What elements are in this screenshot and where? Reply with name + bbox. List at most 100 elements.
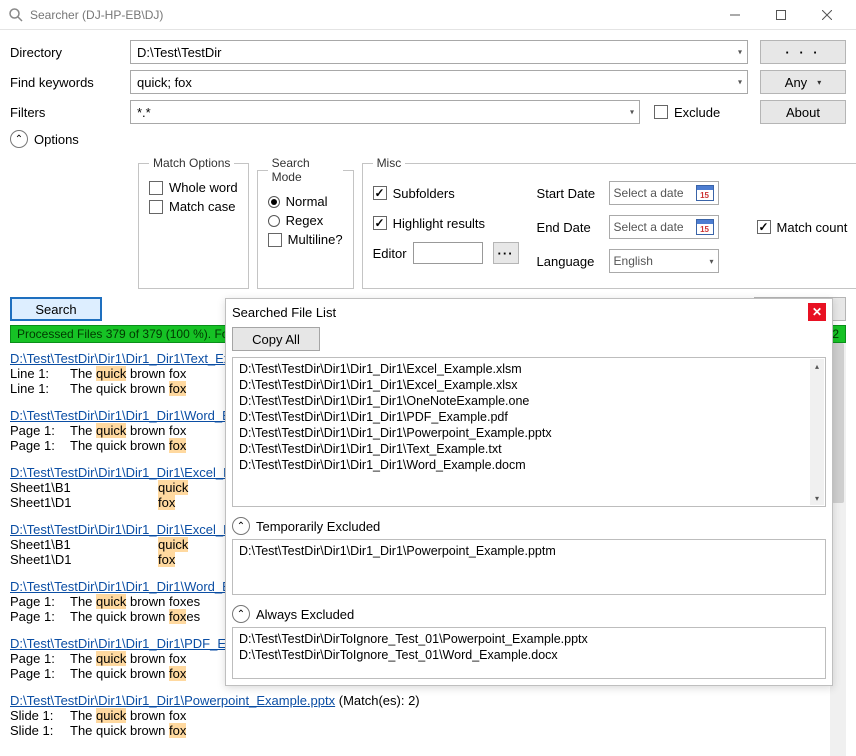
editor-input[interactable] <box>413 242 483 264</box>
result-file-link[interactable]: D:\Test\TestDir\Dir1\Dir1_Dir1\Powerpoin… <box>10 693 335 708</box>
radio-icon <box>268 215 280 227</box>
result-text: quick <box>158 480 188 495</box>
match-count-checkbox[interactable]: Match count <box>757 176 848 278</box>
list-item[interactable]: D:\Test\TestDir\Dir1\Dir1_Dir1\Excel_Exa… <box>239 361 809 377</box>
subfolders-checkbox[interactable]: Subfolders <box>373 180 519 206</box>
filters-input[interactable] <box>130 100 640 124</box>
list-scrollbar[interactable]: ▴▾ <box>810 359 824 505</box>
highlight: quick <box>96 594 126 609</box>
checkbox-icon <box>149 181 163 195</box>
result-line: Slide 1:The quick brown fox <box>10 723 836 738</box>
result-location: Slide 1: <box>10 708 70 723</box>
result-text: The quick brown fox <box>70 438 186 453</box>
list-item[interactable]: D:\Test\TestDir\Dir1\Dir1_Dir1\Word_Exam… <box>239 457 809 473</box>
keywords-label: Find keywords <box>10 75 130 90</box>
status-text: Processed Files 379 of 379 (100 %). Fou <box>17 327 235 341</box>
start-date-label: Start Date <box>537 186 603 201</box>
options-label: Options <box>34 132 79 147</box>
searched-list-title: Searched File List <box>232 305 808 320</box>
always-excluded-list[interactable]: D:\Test\TestDir\DirToIgnore_Test_01\Powe… <box>232 627 826 679</box>
misc-group: Misc Subfolders Highlight results Editor… <box>362 156 856 289</box>
result-text: quick <box>158 537 188 552</box>
filters-label: Filters <box>10 105 130 120</box>
scrollbar-thumb[interactable] <box>832 343 844 503</box>
checkbox-icon <box>373 186 387 200</box>
popup-close-button[interactable]: ✕ <box>808 303 826 321</box>
result-text: The quick brown fox <box>70 666 186 681</box>
checkbox-icon <box>149 200 163 214</box>
search-button[interactable]: Search <box>10 297 102 321</box>
list-item[interactable]: D:\Test\TestDir\Dir1\Dir1_Dir1\Excel_Exa… <box>239 377 809 393</box>
result-text: The quick brown fox <box>70 723 186 738</box>
highlight: quick <box>158 480 188 495</box>
highlight: fox <box>158 552 175 567</box>
mode-normal-radio[interactable]: Normal <box>268 194 343 209</box>
language-select[interactable]: English▾ <box>609 249 719 273</box>
always-excluded-collapse-button[interactable]: ⌃ <box>232 605 250 623</box>
end-date-label: End Date <box>537 220 603 235</box>
chevron-down-icon: ▾ <box>817 78 821 87</box>
window-minimize-button[interactable] <box>712 0 758 30</box>
keywords-input[interactable] <box>130 70 748 94</box>
list-item[interactable]: D:\Test\TestDir\DirToIgnore_Test_01\Word… <box>239 647 809 663</box>
mode-regex-radio[interactable]: Regex <box>268 213 343 228</box>
match-case-checkbox[interactable]: Match case <box>149 199 238 214</box>
highlight: fox <box>169 438 186 453</box>
checkbox-icon <box>757 220 771 234</box>
highlight: fox <box>169 723 186 738</box>
result-file-link[interactable]: D:\Test\TestDir\Dir1\Dir1_Dir1\Text_Ex <box>10 351 230 366</box>
whole-word-checkbox[interactable]: Whole word <box>149 180 238 195</box>
temp-excluded-collapse-button[interactable]: ⌃ <box>232 517 250 535</box>
directory-input[interactable] <box>130 40 748 64</box>
exclude-checkbox[interactable]: Exclude <box>654 105 720 120</box>
window-close-button[interactable] <box>804 0 850 30</box>
highlight: quick <box>96 651 126 666</box>
result-file-link[interactable]: D:\Test\TestDir\Dir1\Dir1_Dir1\Word_E <box>10 579 231 594</box>
highlight-checkbox[interactable]: Highlight results <box>373 210 519 236</box>
result-text: The quick brown foxes <box>70 594 200 609</box>
search-mode-group: Search Mode Normal Regex Multiline? <box>257 156 354 289</box>
highlight: fox <box>169 609 186 624</box>
window-maximize-button[interactable] <box>758 0 804 30</box>
result-location: Page 1: <box>10 651 70 666</box>
list-item[interactable]: D:\Test\TestDir\Dir1\Dir1_Dir1\OneNoteEx… <box>239 393 809 409</box>
highlight: fox <box>169 381 186 396</box>
calendar-icon <box>696 185 714 201</box>
result-file-link[interactable]: D:\Test\TestDir\Dir1\Dir1_Dir1\Excel_E <box>10 522 232 537</box>
result-location: Page 1: <box>10 609 70 624</box>
browse-directory-button[interactable]: · · · <box>760 40 846 64</box>
exclude-label: Exclude <box>674 105 720 120</box>
list-item[interactable]: D:\Test\TestDir\Dir1\Dir1_Dir1\Text_Exam… <box>239 441 809 457</box>
result-text: The quick brown foxes <box>70 609 200 624</box>
list-item[interactable]: D:\Test\TestDir\DirToIgnore_Test_01\Powe… <box>239 631 809 647</box>
searched-files-list[interactable]: D:\Test\TestDir\Dir1\Dir1_Dir1\Excel_Exa… <box>232 357 826 507</box>
end-date-input[interactable]: Select a date <box>609 215 719 239</box>
result-text: The quick brown fox <box>70 651 186 666</box>
highlight: fox <box>169 666 186 681</box>
result-location: Line 1: <box>10 366 70 381</box>
app-icon <box>8 7 24 23</box>
editor-browse-button[interactable]: ··· <box>493 242 519 264</box>
start-date-input[interactable]: Select a date <box>609 181 719 205</box>
list-item[interactable]: D:\Test\TestDir\Dir1\Dir1_Dir1\Powerpoin… <box>239 425 809 441</box>
result-file-link[interactable]: D:\Test\TestDir\Dir1\Dir1_Dir1\PDF_Ex <box>10 636 233 651</box>
calendar-icon <box>696 219 714 235</box>
multiline-checkbox[interactable]: Multiline? <box>268 232 343 247</box>
match-options-legend: Match Options <box>149 156 234 170</box>
temp-excluded-list[interactable]: D:\Test\TestDir\Dir1\Dir1_Dir1\Powerpoin… <box>232 539 826 595</box>
titlebar: Searcher (DJ-HP-EB\DJ) <box>0 0 856 30</box>
result-file-link[interactable]: D:\Test\TestDir\Dir1\Dir1_Dir1\Excel_E <box>10 465 232 480</box>
radio-icon <box>268 196 280 208</box>
copy-all-button[interactable]: Copy All <box>232 327 320 351</box>
options-collapse-button[interactable]: ⌃ <box>10 130 28 148</box>
any-mode-label: Any <box>785 75 807 90</box>
list-item[interactable]: D:\Test\TestDir\Dir1\Dir1_Dir1\PDF_Examp… <box>239 409 809 425</box>
result-location: Sheet1\B1 <box>10 480 158 495</box>
result-file-link[interactable]: D:\Test\TestDir\Dir1\Dir1_Dir1\Word_E <box>10 408 231 423</box>
searched-files-popup: Searched File List ✕ Copy All D:\Test\Te… <box>225 298 833 686</box>
result-location: Page 1: <box>10 666 70 681</box>
any-mode-button[interactable]: Any ▾ <box>760 70 846 94</box>
about-button[interactable]: About <box>760 100 846 124</box>
list-item[interactable]: D:\Test\TestDir\Dir1\Dir1_Dir1\Powerpoin… <box>239 543 809 559</box>
result-text: fox <box>158 495 175 510</box>
